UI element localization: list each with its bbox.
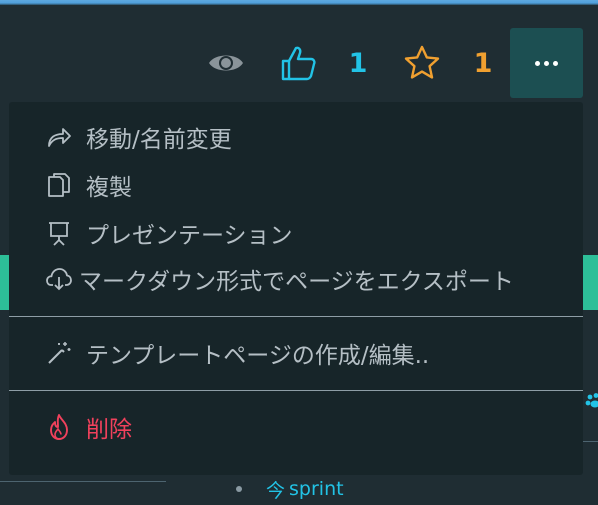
- see-this-page-button[interactable]: [204, 45, 248, 81]
- more-options-button[interactable]: [510, 28, 583, 98]
- menu-item-label: テンプレートページの作成/編集..: [86, 343, 430, 369]
- bookmark-button[interactable]: [399, 41, 445, 85]
- background-panel-left: [0, 255, 9, 310]
- menu-divider: [9, 390, 583, 391]
- list-bullet: [236, 486, 242, 492]
- menu-item-export-markdown[interactable]: マークダウン形式でページをエクスポート: [9, 256, 583, 302]
- background-divider-left: [0, 481, 166, 482]
- menu-item-move-rename[interactable]: 移動/名前変更: [9, 114, 583, 160]
- eye-icon: [209, 55, 243, 71]
- thumbs-up-icon: [281, 46, 316, 81]
- menu-item-label: プレゼンテーション: [86, 223, 293, 249]
- like-button[interactable]: [276, 41, 320, 85]
- menu-item-label: マークダウン形式でページをエクスポート: [79, 269, 514, 295]
- page-toolbar: 1 1: [0, 5, 598, 100]
- menu-item-label: 削除: [86, 417, 132, 443]
- menu-item-template[interactable]: テンプレートページの作成/編集..: [9, 330, 583, 376]
- bookmark-count: 1: [473, 47, 493, 79]
- menu-item-label: 複製: [86, 175, 132, 201]
- menu-item-delete[interactable]: 削除: [9, 404, 583, 450]
- paw-icon: [585, 392, 598, 412]
- sprint-page-link[interactable]: 今 sprint: [266, 477, 344, 502]
- link-prefix: 今: [266, 479, 286, 502]
- background-panel-right: [583, 255, 598, 310]
- cloud-download-icon: [45, 265, 73, 293]
- more-dots-icon: [535, 60, 540, 66]
- fire-icon: [45, 413, 73, 441]
- menu-item-presentation[interactable]: プレゼンテーション: [9, 210, 583, 256]
- background-divider-right: [583, 441, 598, 442]
- menu-divider: [9, 316, 583, 317]
- menu-item-label: 移動/名前変更: [86, 127, 232, 153]
- link-text: sprint: [289, 478, 344, 500]
- presentation-icon: [45, 219, 73, 247]
- share-arrow-icon: [45, 123, 73, 151]
- star-icon: [404, 45, 440, 79]
- page-options-menu: 移動/名前変更 複製 プレゼンテーション マークダウン形式でページをエクスポート…: [9, 102, 583, 475]
- copy-icon: [45, 171, 73, 199]
- magic-wand-icon: [45, 339, 73, 367]
- like-count: 1: [348, 47, 368, 79]
- page: 1 1 今 sprint 移動/名前変更 複製 プレゼンテーション マークダウン…: [0, 0, 598, 505]
- menu-item-duplicate[interactable]: 複製: [9, 162, 583, 208]
